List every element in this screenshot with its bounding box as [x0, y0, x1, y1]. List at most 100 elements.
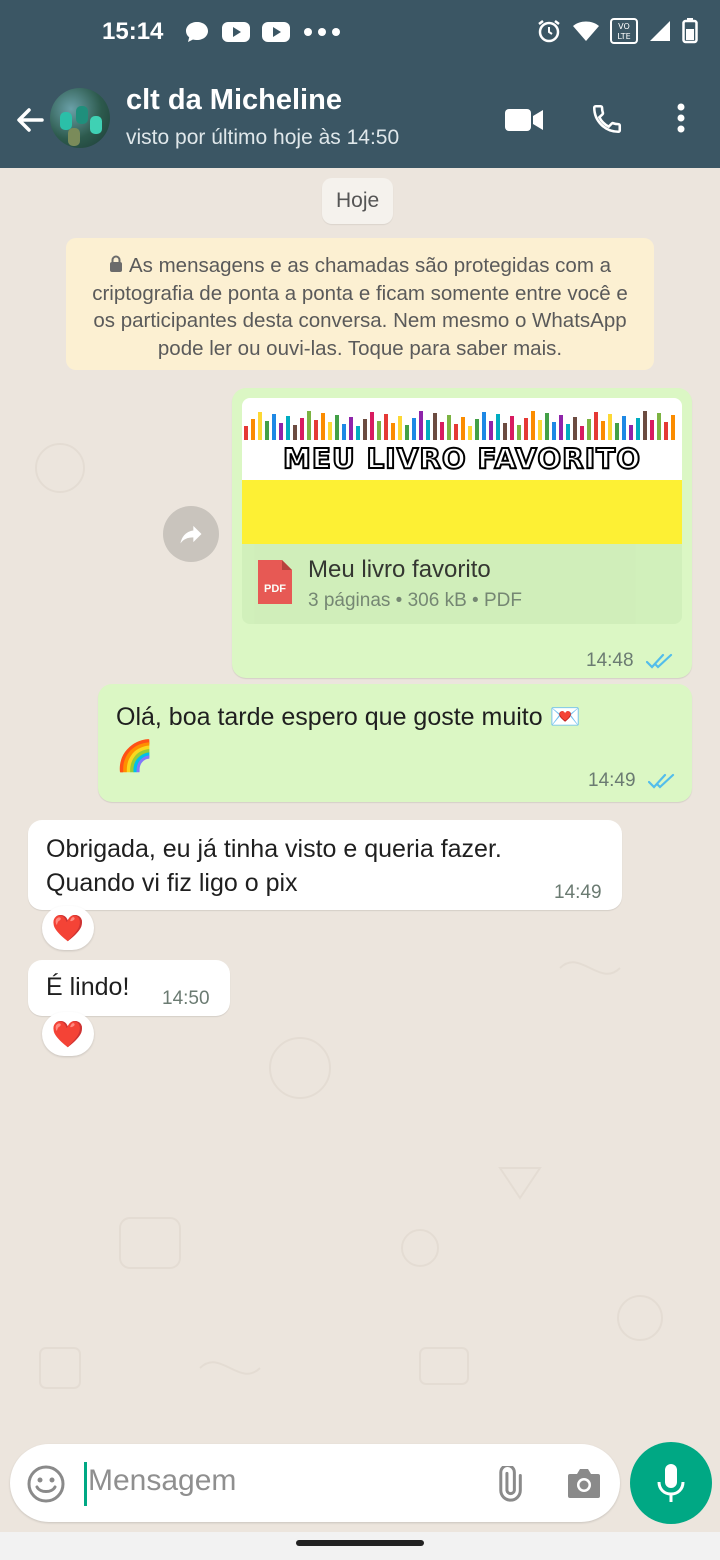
pencil-shape	[461, 417, 465, 440]
svg-text:LTE: LTE	[617, 32, 630, 41]
message-time: 14:50	[162, 988, 210, 1009]
pencil-shape	[489, 421, 493, 440]
voice-call-icon[interactable]	[590, 102, 624, 136]
read-receipt-icon	[648, 773, 675, 789]
reaction-badge[interactable]: ❤️	[42, 1012, 94, 1056]
pencil-shape	[258, 412, 262, 440]
more-notifications-icon	[304, 28, 340, 36]
outgoing-message[interactable]: Olá, boa tarde espero que goste muito 💌 …	[98, 684, 692, 802]
pencil-shape	[335, 415, 339, 440]
encryption-notice[interactable]: As mensagens e as chamadas são protegida…	[66, 238, 654, 370]
pencil-shape	[664, 422, 668, 440]
pencil-shape	[300, 418, 304, 440]
message-text-line2: 🌈	[116, 740, 154, 773]
pencil-shape	[433, 413, 437, 440]
forward-icon	[180, 525, 202, 544]
camera-icon[interactable]	[566, 1466, 602, 1500]
pencil-shape	[419, 411, 423, 440]
back-arrow-icon[interactable]	[12, 102, 48, 138]
pencil-shape	[412, 418, 416, 440]
signal-icon	[650, 21, 670, 41]
message-time: 14:49	[554, 882, 602, 903]
document-meta: 3 páginas • 306 kB • PDF	[308, 590, 522, 611]
contact-name[interactable]: clt da Micheline	[126, 84, 342, 117]
encryption-notice-text: As mensagens e as chamadas são protegida…	[92, 254, 628, 360]
pencil-shape	[657, 413, 661, 440]
pencil-shape	[531, 411, 535, 440]
pencil-shape	[447, 415, 451, 440]
message-composer	[10, 1444, 620, 1522]
pencil-shape	[293, 425, 297, 440]
pencil-shape	[314, 420, 318, 440]
pencil-shape	[496, 414, 500, 440]
document-name: Meu livro favorito	[308, 556, 491, 583]
pencil-shape	[538, 420, 542, 440]
pencil-shape	[594, 412, 598, 440]
pencil-shape	[426, 420, 430, 440]
forward-button[interactable]	[163, 506, 219, 562]
youtube-icon	[222, 22, 250, 42]
pencil-shape	[580, 426, 584, 440]
lock-icon	[109, 255, 122, 272]
incoming-message[interactable]: É lindo! 14:50	[28, 960, 230, 1016]
document-message[interactable]: MEU LIVRO FAVORITO PDF Meu livro favorit…	[232, 388, 692, 678]
message-input[interactable]	[88, 1464, 468, 1498]
pencil-shape	[342, 424, 346, 440]
reaction-badge[interactable]: ❤️	[42, 906, 94, 950]
pencil-shape	[545, 413, 549, 440]
pencil-shape	[566, 424, 570, 440]
pencil-shape	[482, 412, 486, 440]
last-seen-status[interactable]: visto por último hoje às 14:50	[126, 126, 399, 150]
document-preview-title: MEU LIVRO FAVORITO	[282, 441, 642, 476]
incoming-message[interactable]: Obrigada, eu já tinha visto e queria faz…	[28, 820, 622, 910]
heart-reaction: ❤️	[51, 912, 85, 943]
message-text-line1: Obrigada, eu já tinha visto e queria faz…	[46, 835, 502, 863]
pencil-shape	[279, 423, 283, 440]
emoji-icon[interactable]	[26, 1464, 66, 1504]
pencil-shape	[307, 411, 311, 440]
system-icons: VO LTE	[536, 18, 698, 44]
pencil-shape	[636, 418, 640, 440]
volte-icon: VOLTE	[610, 18, 638, 44]
pencil-shape	[286, 416, 290, 440]
pencil-shape	[328, 422, 332, 440]
pencil-shape	[244, 426, 248, 440]
pencils-border-image	[244, 411, 675, 440]
pencil-shape	[629, 425, 633, 440]
status-time: 15:14	[102, 18, 164, 45]
pdf-file-icon: PDF	[258, 560, 292, 604]
document-info[interactable]: PDF Meu livro favorito 3 páginas • 306 k…	[242, 544, 682, 624]
pencil-shape	[251, 419, 255, 440]
document-preview[interactable]: MEU LIVRO FAVORITO	[242, 398, 682, 544]
pencil-shape	[321, 413, 325, 440]
pencil-shape	[517, 425, 521, 440]
status-bar: 15:14 VO LTE	[0, 0, 720, 68]
attach-icon[interactable]	[490, 1466, 526, 1502]
pencil-shape	[468, 426, 472, 440]
pencil-shape	[370, 412, 374, 440]
pencil-shape	[356, 426, 360, 440]
pencil-shape	[671, 415, 675, 440]
home-gesture-handle[interactable]	[296, 1540, 424, 1546]
pencil-shape	[454, 424, 458, 440]
message-text-line2: Quando vi fiz ligo o pix	[46, 869, 298, 897]
pencil-shape	[391, 423, 395, 440]
avatar[interactable]	[50, 88, 110, 148]
pencil-shape	[363, 419, 367, 440]
wifi-icon	[573, 21, 599, 41]
voice-record-button[interactable]	[630, 1442, 712, 1524]
pencil-shape	[608, 414, 612, 440]
message-text: Olá, boa tarde espero que goste muito 💌	[116, 703, 581, 731]
message-time: 14:49	[588, 770, 636, 791]
overflow-menu-icon[interactable]	[674, 102, 688, 134]
system-nav-bar	[0, 1532, 720, 1560]
preview-yellow-band	[242, 480, 682, 544]
chat-area[interactable]: Hoje As mensagens e as chamadas são prot…	[0, 168, 720, 1440]
chat-bubble-icon	[186, 22, 208, 42]
pencil-shape	[503, 423, 507, 440]
video-call-icon[interactable]	[504, 106, 544, 134]
battery-icon	[682, 18, 698, 44]
pencil-shape	[552, 422, 556, 440]
pencil-shape	[440, 422, 444, 440]
pencil-shape	[377, 421, 381, 440]
